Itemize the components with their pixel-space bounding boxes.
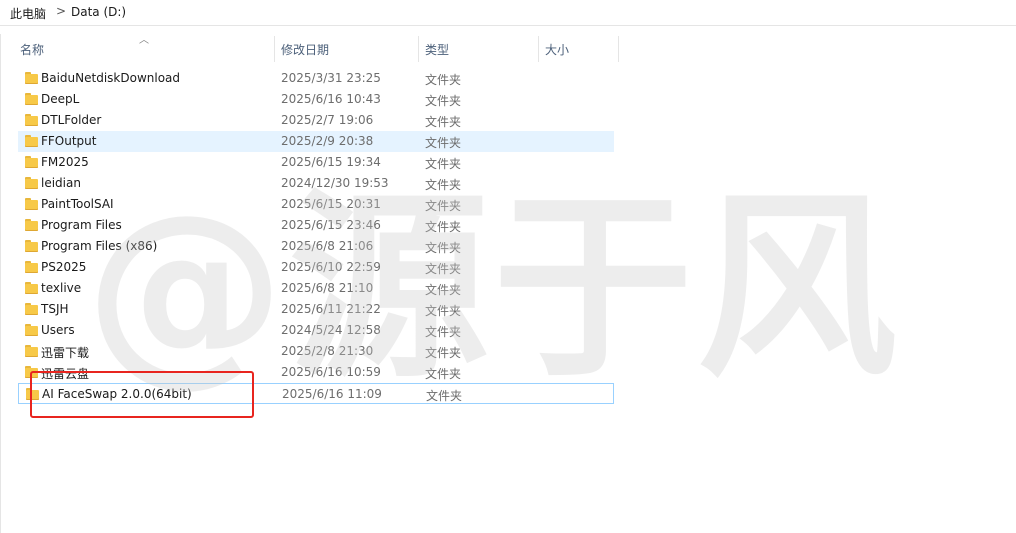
file-date: 2025/6/16 11:09 xyxy=(282,387,382,401)
file-type: 文件夹 xyxy=(425,325,462,339)
column-divider[interactable] xyxy=(618,36,619,62)
list-item[interactable]: DTLFolder 2025/2/7 19:06 文件夹 xyxy=(18,110,614,131)
file-date: 2025/6/11 21:22 xyxy=(281,302,381,316)
folder-icon xyxy=(25,177,38,189)
file-date: 2025/6/15 20:31 xyxy=(281,197,381,211)
file-type: 文件夹 xyxy=(425,283,462,297)
pane-edge xyxy=(0,34,1,533)
file-date: 2025/2/8 21:30 xyxy=(281,344,374,358)
column-size[interactable]: 大小 xyxy=(545,41,569,58)
file-name: DTLFolder xyxy=(41,113,102,127)
file-date: 2025/6/15 19:34 xyxy=(281,155,381,169)
file-date: 2025/2/7 19:06 xyxy=(281,113,374,127)
folder-icon xyxy=(25,261,38,273)
file-date: 2025/6/8 21:06 xyxy=(281,239,374,253)
list-item[interactable]: PaintToolSAI 2025/6/15 20:31 文件夹 xyxy=(18,194,614,215)
column-date[interactable]: 修改日期 xyxy=(281,41,329,58)
list-item[interactable]: Program Files (x86) 2025/6/8 21:06 文件夹 xyxy=(18,236,614,257)
list-item[interactable]: FM2025 2025/6/15 19:34 文件夹 xyxy=(18,152,614,173)
file-type: 文件夹 xyxy=(425,220,462,234)
file-name: Program Files xyxy=(41,218,122,232)
file-date: 2025/6/16 10:59 xyxy=(281,365,381,379)
file-date: 2025/6/16 10:43 xyxy=(281,92,381,106)
column-divider[interactable] xyxy=(538,36,539,62)
file-name: texlive xyxy=(41,281,82,295)
folder-icon xyxy=(25,93,38,105)
file-date: 2024/12/30 19:53 xyxy=(281,176,389,190)
file-name: TSJH xyxy=(41,302,69,316)
column-divider[interactable] xyxy=(274,36,275,62)
file-date: 2025/6/15 23:46 xyxy=(281,218,381,232)
file-name: Program Files (x86) xyxy=(41,239,158,253)
list-item[interactable]: 迅雷下载 2025/2/8 21:30 文件夹 xyxy=(18,341,614,362)
column-type[interactable]: 类型 xyxy=(425,41,449,58)
list-item[interactable]: PS2025 2025/6/10 22:59 文件夹 xyxy=(18,257,614,278)
file-type: 文件夹 xyxy=(425,346,462,360)
folder-icon xyxy=(25,114,38,126)
list-item[interactable]: BaiduNetdiskDownload 2025/3/31 23:25 文件夹 xyxy=(18,68,614,89)
column-header: ︿ 名称 修改日期 类型 大小 xyxy=(0,34,1016,62)
sort-ascending-icon: ︿ xyxy=(139,35,149,46)
folder-icon xyxy=(25,198,38,210)
folder-icon xyxy=(25,72,38,84)
file-type: 文件夹 xyxy=(425,136,462,150)
breadcrumb-current[interactable]: Data (D:) xyxy=(71,5,126,19)
file-type: 文件夹 xyxy=(426,389,463,403)
highlight-annotation xyxy=(30,371,254,418)
file-date: 2025/6/8 21:10 xyxy=(281,281,374,295)
list-item[interactable]: TSJH 2025/6/11 21:22 文件夹 xyxy=(18,299,614,320)
file-type: 文件夹 xyxy=(425,241,462,255)
folder-icon xyxy=(25,219,38,231)
folder-icon xyxy=(25,282,38,294)
folder-icon xyxy=(25,303,38,315)
breadcrumb-root[interactable]: 此电脑 xyxy=(10,5,46,22)
file-date: 2025/3/31 23:25 xyxy=(281,71,381,85)
folder-icon xyxy=(25,240,38,252)
file-name: FM2025 xyxy=(41,155,89,169)
file-date: 2025/6/10 22:59 xyxy=(281,260,381,274)
file-name: PS2025 xyxy=(41,260,87,274)
file-type: 文件夹 xyxy=(425,367,462,381)
list-item[interactable]: Program Files 2025/6/15 23:46 文件夹 xyxy=(18,215,614,236)
file-date: 2024/5/24 12:58 xyxy=(281,323,381,337)
file-type: 文件夹 xyxy=(425,157,462,171)
file-type: 文件夹 xyxy=(425,178,462,192)
file-name: DeepL xyxy=(41,92,80,106)
file-name: leidian xyxy=(41,176,81,190)
list-item[interactable]: FFOutput 2025/2/9 20:38 文件夹 xyxy=(18,131,614,152)
column-divider[interactable] xyxy=(418,36,419,62)
column-name[interactable]: 名称 xyxy=(20,41,44,58)
list-item[interactable]: texlive 2025/6/8 21:10 文件夹 xyxy=(18,278,614,299)
file-name: BaiduNetdiskDownload xyxy=(41,71,181,85)
address-bar[interactable]: 此电脑 > Data (D:) xyxy=(0,0,1016,26)
file-type: 文件夹 xyxy=(425,262,462,276)
file-type: 文件夹 xyxy=(425,94,462,108)
list-item[interactable]: leidian 2024/12/30 19:53 文件夹 xyxy=(18,173,614,194)
list-item[interactable]: DeepL 2025/6/16 10:43 文件夹 xyxy=(18,89,614,110)
breadcrumb-separator-icon[interactable]: > xyxy=(56,4,66,18)
list-item[interactable]: Users 2024/5/24 12:58 文件夹 xyxy=(18,320,614,341)
folder-icon xyxy=(25,345,38,357)
file-name: PaintToolSAI xyxy=(41,197,114,211)
file-type: 文件夹 xyxy=(425,304,462,318)
folder-icon xyxy=(25,324,38,336)
file-name: 迅雷下载 xyxy=(41,346,90,360)
folder-icon xyxy=(25,156,38,168)
file-name: Users xyxy=(41,323,75,337)
file-date: 2025/2/9 20:38 xyxy=(281,134,374,148)
file-type: 文件夹 xyxy=(425,199,462,213)
file-type: 文件夹 xyxy=(425,115,462,129)
file-name: FFOutput xyxy=(41,134,97,148)
file-type: 文件夹 xyxy=(425,73,462,87)
folder-icon xyxy=(25,135,38,147)
